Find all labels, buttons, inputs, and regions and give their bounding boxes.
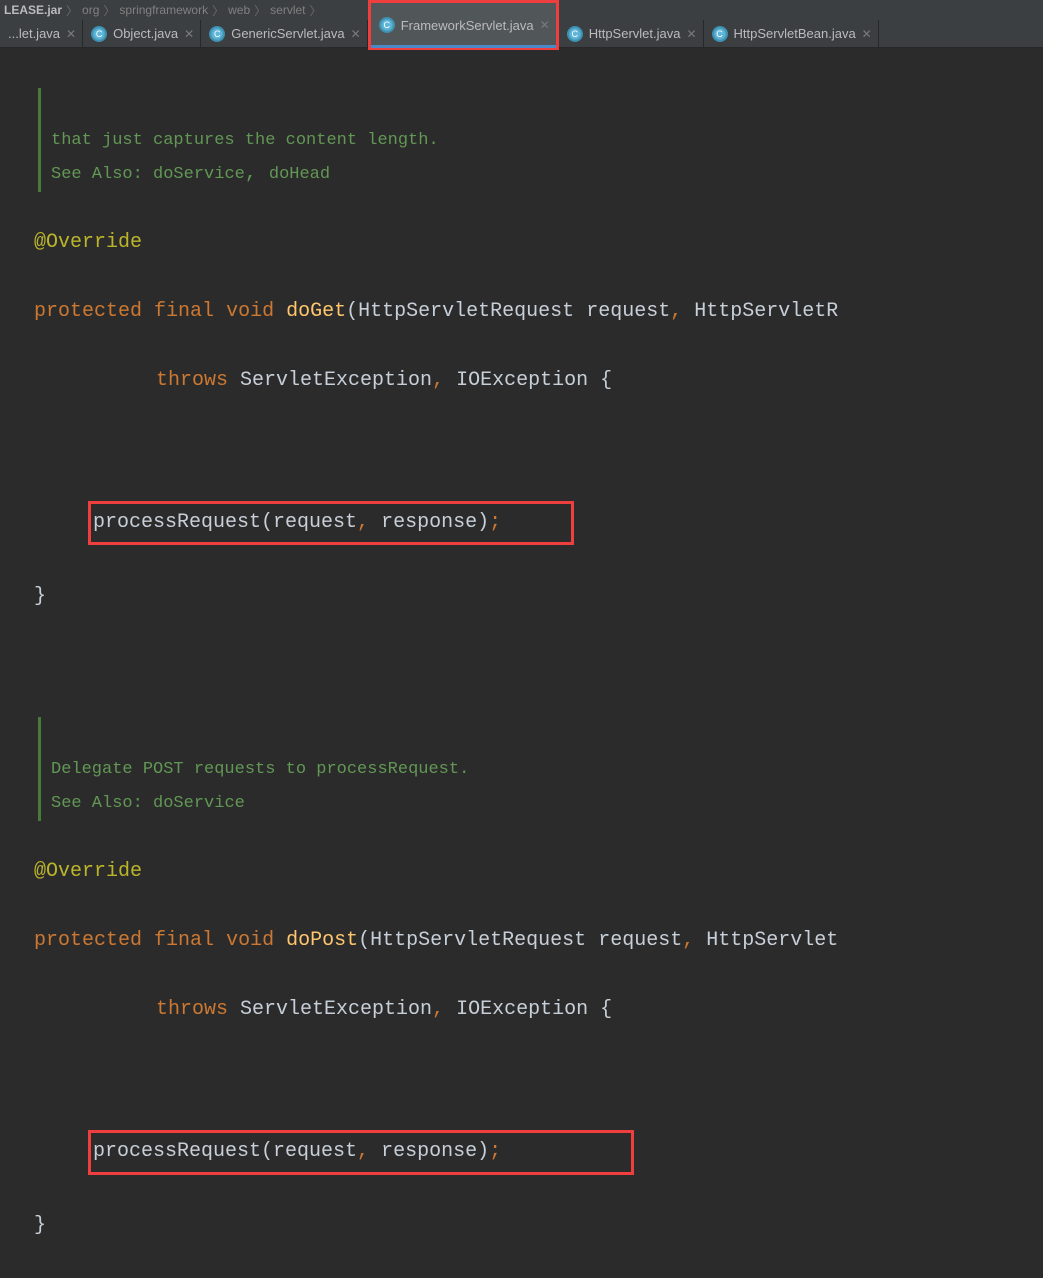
highlighted-tab-box: C FrameworkServlet.java ✕: [368, 0, 559, 50]
close-icon[interactable]: ✕: [184, 27, 194, 41]
tab-file[interactable]: C GenericServlet.java ✕: [201, 20, 368, 47]
brace: {: [600, 998, 612, 1021]
type: ServletException: [228, 998, 432, 1021]
breadcrumb-item[interactable]: LEASE.jar: [4, 3, 62, 17]
type: HttpServlet: [706, 929, 838, 952]
method-call: response): [369, 511, 489, 534]
javadoc-text: that just captures the content length.: [51, 131, 439, 150]
type: HttpServletR: [694, 300, 838, 323]
javadoc-sep: ,: [245, 162, 269, 185]
java-class-icon: C: [712, 26, 728, 42]
type: IOException: [444, 369, 600, 392]
chevron-right-icon: 〉: [254, 2, 266, 19]
code-editor[interactable]: that just captures the content length. S…: [0, 48, 1043, 1278]
tab-file[interactable]: C Object.java ✕: [83, 20, 201, 47]
comma: ,: [682, 929, 694, 952]
javadoc-block: Delegate POST requests to processRequest…: [38, 717, 1043, 820]
method-call: processRequest(request: [93, 1140, 357, 1163]
param: request: [574, 300, 670, 323]
method-call: processRequest(request: [93, 511, 357, 534]
javadoc-link[interactable]: processRequest: [316, 760, 459, 779]
breadcrumb-item[interactable]: springframework: [119, 3, 208, 17]
semicolon: ;: [489, 511, 501, 534]
comma: ,: [670, 300, 682, 323]
java-class-icon: C: [567, 26, 583, 42]
close-icon[interactable]: ✕: [540, 18, 550, 32]
keyword: throws: [156, 998, 228, 1021]
method-call: response): [369, 1140, 489, 1163]
java-class-icon: C: [91, 26, 107, 42]
method-name: doGet: [286, 300, 346, 323]
comma: ,: [357, 1140, 369, 1163]
java-class-icon: C: [379, 17, 395, 33]
javadoc-link[interactable]: doService: [153, 794, 245, 813]
tab-label: Object.java: [113, 26, 178, 41]
tab-label: GenericServlet.java: [231, 26, 344, 41]
javadoc-text: .: [459, 760, 469, 779]
paren: (: [358, 929, 370, 952]
close-icon[interactable]: ✕: [351, 27, 361, 41]
tab-file[interactable]: C HttpServlet.java ✕: [559, 20, 704, 47]
brace: }: [34, 585, 46, 608]
javadoc-link[interactable]: doService: [153, 165, 245, 184]
brace: }: [34, 1214, 46, 1237]
tab-label: HttpServletBean.java: [734, 26, 856, 41]
tab-label: ...let.java: [8, 26, 60, 41]
comma: ,: [357, 511, 369, 534]
keyword: final: [154, 929, 214, 952]
chevron-right-icon: 〉: [212, 2, 224, 19]
brace: {: [600, 369, 612, 392]
keyword: protected: [34, 300, 142, 323]
javadoc-link[interactable]: doHead: [269, 165, 330, 184]
breadcrumb-item[interactable]: org: [82, 3, 99, 17]
keyword: throws: [156, 369, 228, 392]
type: HttpServletRequest: [370, 929, 586, 952]
keyword: void: [226, 300, 274, 323]
tab-file-active[interactable]: C FrameworkServlet.java ✕: [371, 3, 556, 47]
comma: ,: [432, 369, 444, 392]
java-class-icon: C: [209, 26, 225, 42]
tab-bar: ...let.java ✕ C Object.java ✕ C GenericS…: [0, 20, 1043, 48]
tab-label: FrameworkServlet.java: [401, 18, 534, 33]
tab-file[interactable]: ...let.java ✕: [0, 20, 83, 47]
chevron-right-icon: 〉: [310, 2, 322, 19]
method-name: doPost: [286, 929, 358, 952]
close-icon[interactable]: ✕: [686, 27, 696, 41]
javadoc-text: Delegate POST requests to: [51, 760, 316, 779]
keyword: final: [154, 300, 214, 323]
close-icon[interactable]: ✕: [862, 27, 872, 41]
type: ServletException: [228, 369, 432, 392]
chevron-right-icon: 〉: [66, 2, 78, 19]
highlight-box: processRequest(request, response);: [88, 1130, 634, 1174]
highlight-box: processRequest(request, response);: [88, 501, 574, 545]
paren: (: [346, 300, 358, 323]
semicolon: ;: [489, 1140, 501, 1163]
comma: ,: [432, 998, 444, 1021]
javadoc-tag: See Also:: [51, 165, 153, 184]
tab-file[interactable]: C HttpServletBean.java ✕: [704, 20, 879, 47]
keyword: void: [226, 929, 274, 952]
chevron-right-icon: 〉: [103, 2, 115, 19]
breadcrumb-item[interactable]: servlet: [270, 3, 305, 17]
tab-label: HttpServlet.java: [589, 26, 681, 41]
javadoc-tag: See Also:: [51, 794, 153, 813]
breadcrumb-item[interactable]: web: [228, 3, 250, 17]
param: request: [586, 929, 682, 952]
javadoc-block: that just captures the content length. S…: [38, 88, 1043, 191]
close-icon[interactable]: ✕: [66, 27, 76, 41]
keyword: protected: [34, 929, 142, 952]
type: IOException: [444, 998, 600, 1021]
type: HttpServletRequest: [358, 300, 574, 323]
annotation: @Override: [34, 231, 142, 254]
annotation: @Override: [34, 860, 142, 883]
